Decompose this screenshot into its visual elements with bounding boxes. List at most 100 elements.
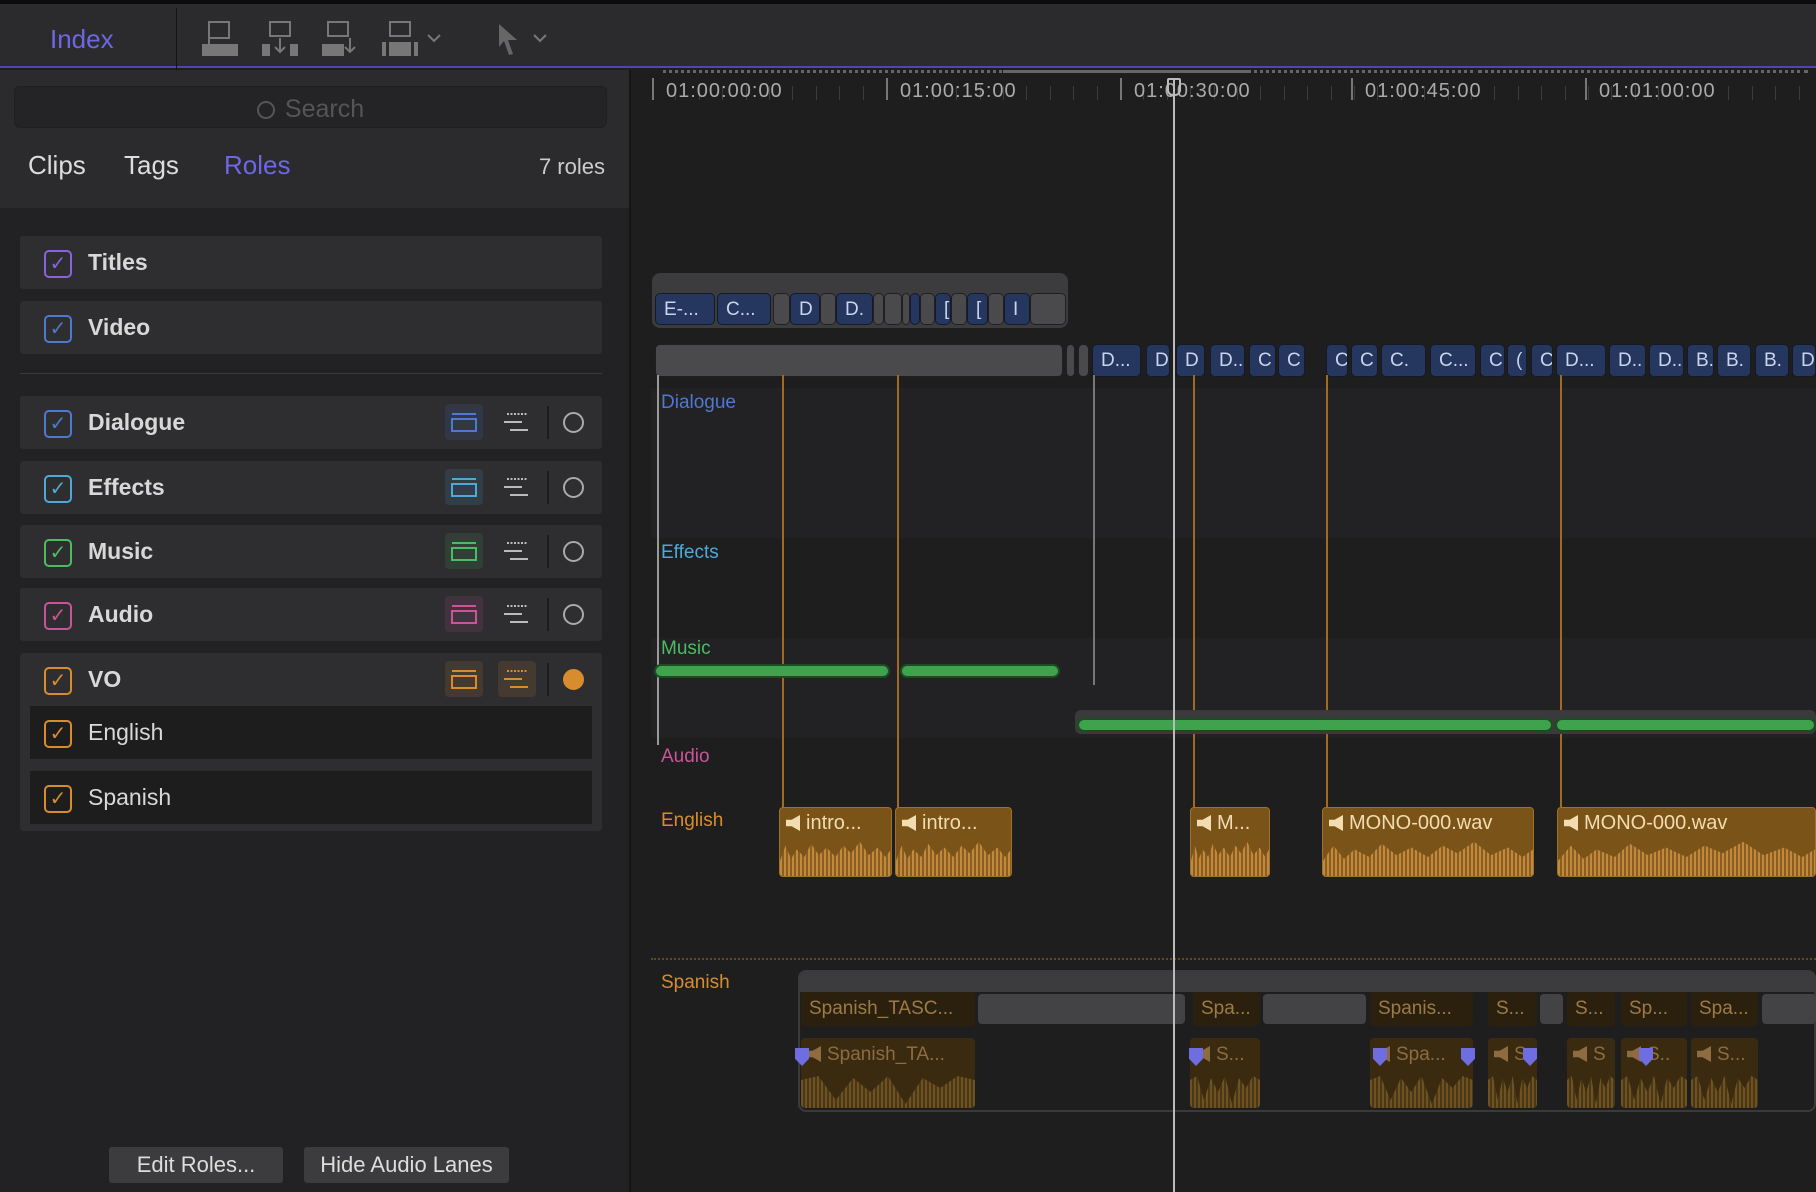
primary-clip[interactable]: D.. — [1210, 344, 1245, 377]
primary-clip[interactable]: D — [1792, 344, 1816, 377]
tab-tags[interactable]: Tags — [124, 150, 179, 181]
spanish-clip[interactable] — [1762, 994, 1816, 1024]
primary-clip[interactable]: B. — [1687, 344, 1714, 377]
search-input[interactable]: Search — [14, 86, 607, 128]
lane-toggle-icon[interactable] — [445, 404, 483, 440]
chevron-down-icon[interactable] — [426, 32, 442, 44]
primary-clip[interactable]: D... — [1556, 344, 1606, 377]
primary-clip[interactable]: C — [1278, 344, 1305, 377]
spanish-clip[interactable]: Spa... — [1691, 992, 1758, 1026]
spanish-clip[interactable] — [1263, 994, 1366, 1024]
focus-role-icon[interactable] — [563, 604, 584, 625]
role-row-video[interactable]: ✓ Video — [20, 301, 602, 354]
playhead[interactable] — [1173, 78, 1175, 1192]
timecode-ruler[interactable]: 01:00:00:00 01:00:15:00 01:00:30:00 01:00:4… — [633, 70, 1816, 110]
english-clip[interactable]: MONO-000.wav — [1557, 807, 1816, 877]
primary-clip[interactable] — [655, 344, 1063, 377]
primary-clip[interactable]: C — [1351, 344, 1378, 377]
role-checkbox[interactable]: ✓ — [44, 315, 72, 343]
connect-clip-icon[interactable] — [380, 20, 420, 58]
edit-roles-button[interactable]: Edit Roles... — [108, 1146, 284, 1184]
role-row-music[interactable]: ✓ Music — [20, 525, 602, 578]
hide-audio-lanes-button[interactable]: Hide Audio Lanes — [303, 1146, 510, 1184]
role-checkbox[interactable]: ✓ — [44, 720, 72, 748]
lane-toggle-icon[interactable] — [445, 469, 483, 505]
primary-clip[interactable]: C — [1249, 344, 1276, 377]
primary-clip[interactable]: D.. — [1649, 344, 1684, 377]
music-clip[interactable] — [1555, 718, 1816, 732]
spanish-clip[interactable] — [1540, 994, 1563, 1024]
subroles-toggle-icon[interactable] — [498, 661, 536, 697]
primary-clip[interactable]: C... — [1430, 344, 1476, 377]
primary-clip[interactable]: D.. — [1609, 344, 1646, 377]
spanish-clip[interactable] — [978, 994, 1185, 1024]
title-clip[interactable] — [773, 293, 790, 325]
english-clip[interactable]: intro... — [779, 807, 892, 877]
music-clip[interactable] — [1077, 718, 1553, 732]
role-checkbox[interactable]: ✓ — [44, 602, 72, 630]
title-clip[interactable] — [1030, 293, 1066, 325]
title-clip[interactable]: D. — [836, 293, 873, 325]
subroles-toggle-icon[interactable] — [498, 404, 536, 440]
title-clip[interactable] — [820, 293, 836, 325]
focus-role-icon[interactable] — [563, 669, 584, 690]
lane-toggle-icon[interactable] — [445, 533, 483, 569]
title-clip[interactable]: D — [790, 293, 820, 325]
role-checkbox[interactable]: ✓ — [44, 250, 72, 278]
spanish-audio-clip[interactable]: Spanish_TA... — [801, 1038, 975, 1108]
title-clip[interactable]: I — [910, 293, 920, 325]
overwrite-clip-icon[interactable] — [320, 20, 360, 58]
tab-roles[interactable]: Roles — [224, 150, 290, 181]
role-checkbox[interactable]: ✓ — [44, 785, 72, 813]
spanish-clip[interactable]: S... — [1567, 992, 1615, 1026]
spanish-audio-clip[interactable]: S.. — [1621, 1038, 1687, 1108]
role-row-spanish[interactable]: ✓ Spanish — [30, 771, 592, 824]
title-clip[interactable] — [920, 293, 935, 325]
primary-clip[interactable]: ( — [1507, 344, 1527, 377]
role-row-audio[interactable]: ✓ Audio — [20, 588, 602, 641]
primary-clip[interactable] — [1066, 344, 1075, 377]
title-clip[interactable]: [ — [967, 293, 988, 325]
spanish-clip[interactable]: Sp... — [1621, 992, 1687, 1026]
primary-clip[interactable]: B. — [1755, 344, 1789, 377]
primary-clip[interactable]: B. — [1717, 344, 1751, 377]
select-tool-icon[interactable] — [496, 22, 520, 56]
role-row-english[interactable]: ✓ English — [30, 706, 592, 759]
title-clip[interactable] — [951, 293, 967, 325]
spanish-clip[interactable]: Spanish_TASC... — [801, 992, 975, 1026]
playhead-handle[interactable] — [1167, 78, 1181, 96]
role-checkbox[interactable]: ✓ — [44, 475, 72, 503]
spanish-clip[interactable]: Spa... — [1193, 992, 1260, 1026]
english-clip[interactable]: intro... — [895, 807, 1012, 877]
english-clip[interactable]: M... — [1190, 807, 1270, 877]
append-clip-icon[interactable] — [200, 20, 240, 58]
subroles-toggle-icon[interactable] — [498, 469, 536, 505]
focus-role-icon[interactable] — [563, 541, 584, 562]
index-button[interactable]: Index — [50, 24, 114, 55]
role-checkbox[interactable]: ✓ — [44, 539, 72, 567]
title-clip[interactable] — [873, 293, 884, 325]
english-clip[interactable]: MONO-000.wav — [1322, 807, 1534, 877]
primary-clip[interactable]: D... — [1092, 344, 1141, 377]
title-clip[interactable]: E-... — [655, 293, 715, 325]
spanish-audio-clip[interactable]: S — [1567, 1038, 1615, 1108]
timeline[interactable]: 01:00:00:00 01:00:15:00 01:00:30:00 01:00:4… — [633, 70, 1816, 1192]
title-clip[interactable]: [ — [935, 293, 951, 325]
primary-clip[interactable]: C. — [1381, 344, 1426, 377]
primary-clip[interactable]: C — [1531, 344, 1553, 377]
lane-toggle-icon[interactable] — [445, 596, 483, 632]
title-clip[interactable]: C... — [717, 293, 771, 325]
spanish-clip[interactable]: Spanis... — [1370, 992, 1473, 1026]
lane-toggle-icon[interactable] — [445, 661, 483, 697]
tab-clips[interactable]: Clips — [28, 150, 86, 181]
primary-clip[interactable] — [1078, 344, 1089, 377]
subroles-toggle-icon[interactable] — [498, 596, 536, 632]
primary-clip[interactable]: C — [1480, 344, 1505, 377]
role-row-titles[interactable]: ✓ Titles — [20, 236, 602, 289]
role-row-dialogue[interactable]: ✓ Dialogue — [20, 396, 602, 449]
subroles-toggle-icon[interactable] — [498, 533, 536, 569]
role-row-vo[interactable]: ✓ VO — [20, 653, 602, 706]
role-checkbox[interactable]: ✓ — [44, 410, 72, 438]
title-clip[interactable] — [988, 293, 1004, 325]
primary-clip[interactable]: D — [1146, 344, 1170, 377]
